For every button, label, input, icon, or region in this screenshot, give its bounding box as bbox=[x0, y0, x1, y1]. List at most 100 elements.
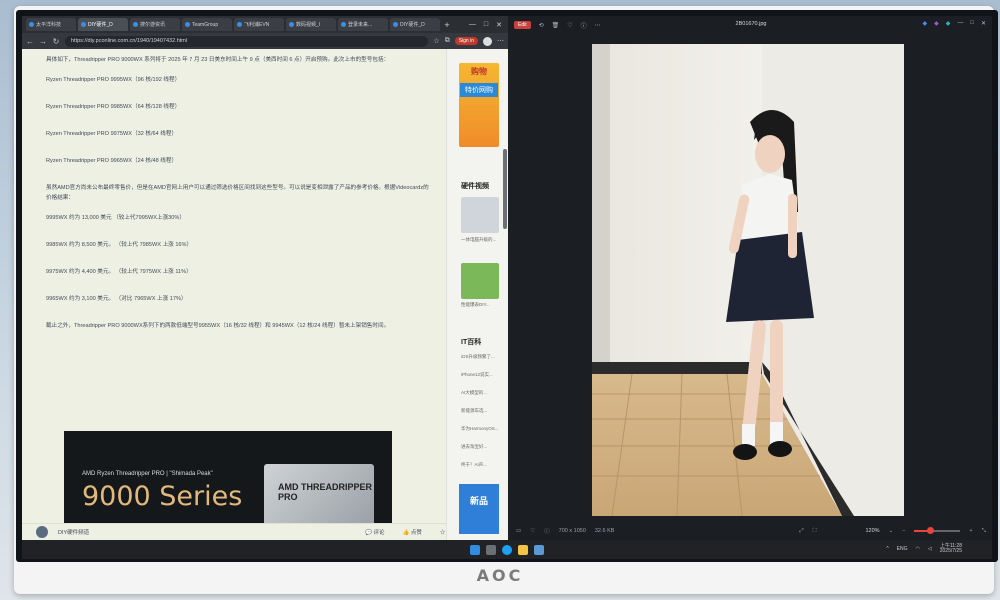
extensions-icon[interactable]: ⧉ bbox=[445, 37, 450, 45]
paragraph: 截止之外，Threadripper PRO 9000WX系列下的两款低端型号99… bbox=[46, 323, 390, 329]
maximize-icon[interactable]: □ bbox=[484, 21, 488, 29]
model-item: Ryzen Threadripper PRO 9985WX（64 核/128 线… bbox=[46, 104, 181, 110]
browser-tab[interactable]: 飞利浦EVN bbox=[234, 18, 284, 31]
video-thumbnail[interactable] bbox=[461, 197, 499, 233]
photo-viewer-window: Edit ⟲ 🗑 ♡ ⓘ ⋯ 2B01670.jpg ◆ ◆ ◆ — □ ✕ ▭… bbox=[510, 16, 992, 540]
volume-icon[interactable]: ◁ bbox=[928, 546, 932, 552]
article-hero-image: AMD Ryzen Threadripper PRO | "Shimada Pe… bbox=[64, 431, 392, 526]
comment-button[interactable]: 💬 评论 bbox=[365, 528, 384, 536]
close-icon[interactable]: ✕ bbox=[981, 20, 986, 27]
zoom-slider-handle[interactable] bbox=[927, 527, 935, 534]
account-name[interactable]: DIY硬件频道 bbox=[58, 528, 89, 536]
ad-top-text: 购物 bbox=[471, 67, 487, 76]
language-indicator[interactable]: ENG bbox=[897, 546, 908, 552]
scrollbar[interactable] bbox=[503, 149, 507, 229]
account-avatar[interactable] bbox=[36, 526, 48, 538]
info-icon[interactable]: ⓘ bbox=[544, 527, 550, 535]
file-size: 32.6 KB bbox=[594, 528, 615, 534]
minimize-icon[interactable]: — bbox=[469, 21, 476, 29]
profile-avatar[interactable] bbox=[483, 36, 492, 46]
chevron-down-icon[interactable]: ⌄ bbox=[889, 528, 894, 534]
paragraph: 虽然AMD官方尚未公布最终零售价，但是在AMD官网上用户可以通过筛选价格区间找到… bbox=[46, 185, 429, 201]
video-thumbnail[interactable] bbox=[461, 263, 499, 299]
it-list-item[interactable]: AI大模型的... bbox=[461, 390, 501, 396]
file-explorer-icon[interactable] bbox=[518, 544, 528, 555]
video-caption[interactable]: 一体电脑升级的... bbox=[461, 237, 501, 243]
zoom-slider[interactable] bbox=[914, 527, 961, 534]
heart-icon[interactable]: ♡ bbox=[530, 528, 535, 534]
browser-tab[interactable]: 太平洋科技 bbox=[26, 18, 76, 31]
edge-browser-icon[interactable] bbox=[502, 544, 512, 555]
photo-illustration bbox=[592, 44, 904, 516]
browser-tab[interactable]: 数码视频_I bbox=[286, 18, 336, 31]
like-label: 点赞 bbox=[410, 530, 422, 536]
zoom-level[interactable]: 120% bbox=[865, 528, 879, 534]
zoom-in-icon[interactable]: + bbox=[969, 528, 972, 534]
sign-in-button[interactable]: Sign in bbox=[454, 37, 478, 45]
browser-tab[interactable]: DIY硬件_D bbox=[78, 18, 128, 31]
url-field[interactable]: https://diy.pconline.com.cn/1940/1940743… bbox=[65, 35, 429, 47]
reload-icon[interactable]: ↻ bbox=[52, 37, 60, 46]
it-list-item[interactable]: 新能源车选... bbox=[461, 408, 501, 414]
viewer-window-controls: ◆ ◆ ◆ — □ ✕ bbox=[922, 20, 986, 27]
system-tray: ^ ENG ◠ ◁ 上午11:28 2025/7/25 bbox=[886, 544, 962, 554]
tab-favicon-icon bbox=[341, 22, 346, 27]
app-icon-purple[interactable]: ◆ bbox=[934, 20, 939, 27]
tab-favicon-icon bbox=[393, 22, 398, 27]
hero-brand-line: AMD Ryzen Threadripper PRO | "Shimada Pe… bbox=[82, 471, 213, 477]
windows-start-icon[interactable] bbox=[470, 544, 480, 555]
taskbar: ^ ENG ◠ ◁ 上午11:28 2025/7/25 bbox=[22, 540, 992, 559]
tab-label: DIY硬件_D bbox=[400, 22, 425, 28]
monitor-logo: AOC bbox=[476, 566, 524, 585]
tab-label: 飞利浦EVN bbox=[244, 22, 270, 28]
viewer-statusbar: ▭ ♡ ⓘ 700 x 1050 32.6 KB ⤢ ⛶ 120% ⌄ − + … bbox=[510, 522, 992, 540]
it-list-item[interactable]: 华为HarmonyOS... bbox=[461, 426, 501, 432]
sidebar-ad-bottom[interactable]: 新品 bbox=[459, 484, 499, 534]
browser-tab[interactable]: 登录未来... bbox=[338, 18, 388, 31]
chevron-up-icon[interactable]: ^ bbox=[886, 546, 888, 552]
like-button[interactable]: 👍 点赞 bbox=[403, 528, 422, 536]
price-item: 9965WX 约为 3,100 美元。 （对比 7965WX 上涨 17%） bbox=[46, 296, 187, 302]
search-icon[interactable] bbox=[486, 544, 496, 555]
video-caption[interactable]: 性能爆表DIY... bbox=[461, 302, 501, 308]
tab-label: 数码视频_I bbox=[296, 22, 321, 28]
price-item: 9985WX 约为 8,500 美元。 （较上代 7985WX 上涨 16%） bbox=[46, 242, 193, 248]
photos-app-icon[interactable] bbox=[534, 544, 544, 555]
tab-favicon-icon bbox=[237, 22, 242, 27]
close-icon[interactable]: ✕ bbox=[496, 21, 502, 29]
it-list-item[interactable]: 进去淘宝好... bbox=[461, 444, 501, 450]
tab-favicon-icon bbox=[133, 22, 138, 27]
tab-label: 搜尔游资讯 bbox=[140, 22, 166, 28]
it-list-item[interactable]: iOS升级频繁了... bbox=[461, 354, 501, 360]
star-icon[interactable]: ☆ bbox=[433, 37, 439, 45]
gallery-icon[interactable]: ▭ bbox=[516, 528, 521, 534]
paragraph: 具体如下，Threadripper PRO 9000WX 系列将于 2025 年… bbox=[46, 57, 390, 63]
maximize-icon[interactable]: □ bbox=[970, 20, 974, 27]
clock[interactable]: 上午11:28 2025/7/25 bbox=[940, 544, 962, 554]
ad-banner-text: 特价网购 bbox=[460, 83, 498, 97]
forward-icon[interactable]: → bbox=[39, 37, 47, 46]
back-icon[interactable]: ← bbox=[26, 37, 34, 46]
tab-favicon-icon bbox=[81, 22, 86, 27]
browser-tab[interactable]: TeamGroup bbox=[182, 18, 232, 31]
image-dimensions: 700 x 1050 bbox=[558, 528, 586, 534]
app-icon-teal[interactable]: ◆ bbox=[946, 20, 951, 27]
menu-icon[interactable]: ⋯ bbox=[497, 37, 504, 45]
new-tab-button[interactable]: + bbox=[442, 20, 452, 30]
sidebar-ad-top[interactable]: 购物 特价网购 bbox=[459, 63, 499, 147]
browser-tab[interactable]: DIY硬件_D bbox=[390, 18, 440, 31]
fullscreen-icon[interactable]: ⛶ bbox=[813, 528, 817, 535]
expand-icon[interactable]: ⤡ bbox=[982, 528, 986, 535]
tab-label: DIY硬件_D bbox=[88, 22, 113, 28]
it-list-item[interactable]: iPhone12说实... bbox=[461, 372, 501, 378]
it-list-item[interactable]: 终于！AI声... bbox=[461, 462, 501, 468]
fit-window-icon[interactable]: ⤢ bbox=[799, 528, 803, 535]
wifi-icon[interactable]: ◠ bbox=[916, 546, 920, 552]
app-icon-blue[interactable]: ◆ bbox=[922, 20, 927, 27]
price-item: 9995WX 约为 13,000 美元 （较上代7995WX上涨30%） bbox=[46, 215, 185, 221]
model-item: Ryzen Threadripper PRO 9965WX（24 核/48 线程… bbox=[46, 158, 178, 164]
tab-favicon-icon bbox=[29, 22, 34, 27]
zoom-out-icon[interactable]: − bbox=[902, 528, 905, 534]
browser-tab[interactable]: 搜尔游资讯 bbox=[130, 18, 180, 31]
minimize-icon[interactable]: — bbox=[957, 20, 963, 27]
